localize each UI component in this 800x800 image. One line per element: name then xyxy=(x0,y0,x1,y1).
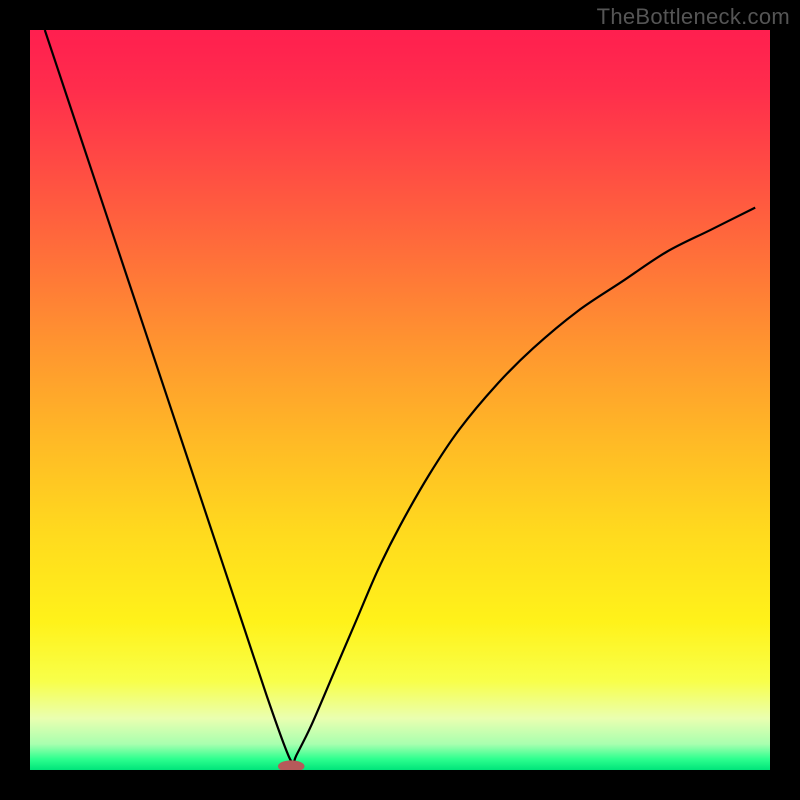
plot-area xyxy=(30,30,770,770)
gradient-background xyxy=(30,30,770,770)
chart-frame: TheBottleneck.com xyxy=(0,0,800,800)
watermark-text: TheBottleneck.com xyxy=(597,4,790,30)
chart-svg xyxy=(30,30,770,770)
